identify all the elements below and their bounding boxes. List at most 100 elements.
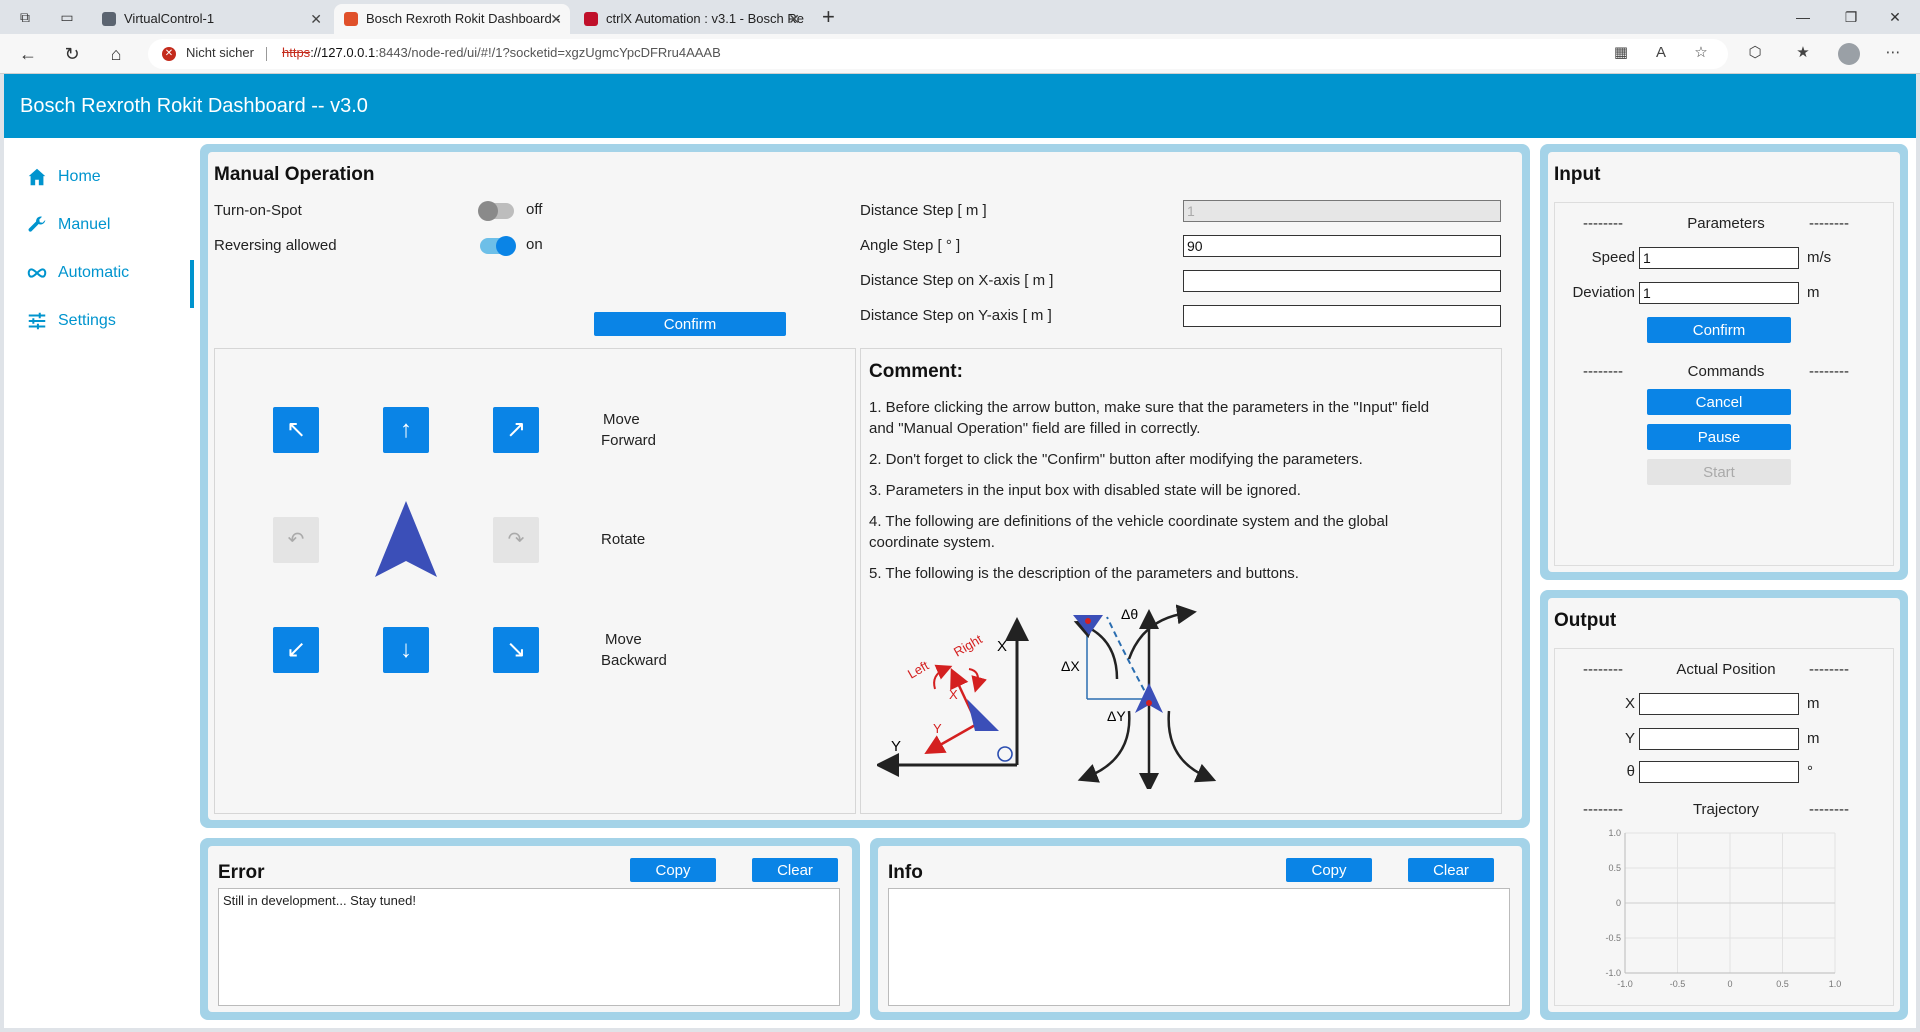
browser-tab-virtualcontrol[interactable]: VirtualControl-1 ✕ <box>92 4 330 34</box>
security-label[interactable]: Nicht sicher <box>186 45 254 60</box>
app-available-icon[interactable]: ▦ <box>1610 42 1632 64</box>
move-forward-button[interactable]: ↑ <box>383 407 429 453</box>
commands-header: Commands <box>1687 363 1765 380</box>
nav-item-automatic[interactable]: Automatic <box>20 259 129 287</box>
close-window-icon[interactable]: ✕ <box>1872 0 1918 34</box>
nav-item-settings[interactable]: Settings <box>20 307 116 335</box>
cancel-button[interactable]: Cancel <box>1647 389 1791 415</box>
browser-address-bar: ← ↻ ⌂ ✕ Nicht sicher https://127.0.0.1:8… <box>0 34 1920 74</box>
start-button[interactable]: Start <box>1647 459 1791 485</box>
move-forward-label-2: Forward <box>601 432 657 449</box>
x-step-input[interactable] <box>1183 270 1501 292</box>
minimize-icon[interactable]: — <box>1780 0 1826 34</box>
favorite-star-icon[interactable]: ☆ <box>1690 42 1712 64</box>
angle-step-input[interactable] <box>1183 235 1501 257</box>
rotate-right-button[interactable]: ↷ <box>493 517 539 563</box>
move-backward-right-button[interactable]: ↘ <box>493 627 539 673</box>
favorites-icon[interactable]: ★ <box>1792 42 1814 64</box>
close-tab-icon[interactable]: ✕ <box>310 4 322 34</box>
y-tick-label: -0.5 <box>1605 933 1621 943</box>
angle-step-label: Angle Step [ ° ] <box>860 237 961 254</box>
delta-x-label: ΔX <box>1061 658 1080 674</box>
back-icon[interactable]: ← <box>16 42 40 66</box>
dash-separator: -------- <box>1809 363 1849 380</box>
tab-title: VirtualControl-1 <box>124 11 215 26</box>
workspaces-icon[interactable]: ⧉ <box>16 8 34 26</box>
infinity-icon <box>27 268 47 278</box>
y-tick-label: 0.5 <box>1608 863 1621 873</box>
move-forward-left-button[interactable]: ↖ <box>273 407 319 453</box>
more-menu-icon[interactable]: ⋯ <box>1882 42 1904 64</box>
error-log[interactable]: Still in development... Stay tuned! <box>218 888 840 1006</box>
left-rotation-label: Left <box>905 658 932 682</box>
info-group: Info Copy Clear <box>870 838 1530 1020</box>
url-field[interactable]: ✕ Nicht sicher https://127.0.0.1:8443/no… <box>148 39 1728 69</box>
extensions-icon[interactable]: ⬡ <box>1744 42 1766 64</box>
x-tick-label: 0.5 <box>1776 979 1789 989</box>
turn-on-spot-toggle[interactable] <box>478 201 514 221</box>
error-card: Error Copy Clear Still in development...… <box>208 846 852 1012</box>
rotate-left-button[interactable]: ↶ <box>273 517 319 563</box>
turn-on-spot-state: off <box>526 201 543 218</box>
move-forward-label: Move <box>603 411 640 428</box>
error-copy-button[interactable]: Copy <box>630 858 716 882</box>
info-copy-button[interactable]: Copy <box>1286 858 1372 882</box>
reversing-allowed-toggle[interactable] <box>480 236 516 256</box>
close-tab-icon[interactable]: ✕ <box>788 4 800 34</box>
browser-tab-dashboard[interactable]: Bosch Rexroth Rokit Dashboard - ✕ <box>334 4 570 34</box>
app-title: Bosch Rexroth Rokit Dashboard -- v3.0 <box>20 95 368 117</box>
comment-title: Comment: <box>869 361 963 382</box>
restore-icon[interactable]: ❐ <box>1828 0 1874 34</box>
move-forward-right-button[interactable]: ↗ <box>493 407 539 453</box>
toggle-knob <box>496 236 516 256</box>
move-backward-left-button[interactable]: ↙ <box>273 627 319 673</box>
home-browser-icon[interactable]: ⌂ <box>104 42 128 66</box>
url-host: ://127.0.0.1 <box>310 45 376 60</box>
vehicle-triangle-icon <box>375 501 437 577</box>
output-inner-panel: -------- Actual Position -------- X m Y … <box>1554 648 1894 1006</box>
close-tab-icon[interactable]: ✕ <box>550 4 562 34</box>
move-backward-button[interactable]: ↓ <box>383 627 429 673</box>
error-title: Error <box>218 862 265 883</box>
position-theta-output <box>1639 761 1799 783</box>
manual-confirm-button[interactable]: Confirm <box>594 312 786 336</box>
y-tick-label: 0 <box>1616 898 1621 908</box>
trajectory-chart: 1.0 0.5 0 -0.5 -1.0-1.0 -0.5 0 0.5 1.0 <box>1605 828 1841 989</box>
url-protocol: https <box>282 45 311 60</box>
output-title: Output <box>1554 610 1617 631</box>
comment-line-4: 4. The following are definitions of the … <box>869 513 1389 530</box>
dash-separator: -------- <box>1809 801 1849 818</box>
nav-item-home[interactable]: Home <box>20 163 101 191</box>
warning-icon: ✕ <box>162 47 176 61</box>
dash-separator: -------- <box>1583 801 1623 818</box>
app-header: Bosch Rexroth Rokit Dashboard -- v3.0 <box>4 74 1916 138</box>
x-tick-label: -0.5 <box>1670 979 1686 989</box>
output-group: Output -------- Actual Position --------… <box>1540 590 1908 1020</box>
manual-operation-card: Manual Operation Turn-on-Spot off Revers… <box>208 152 1522 820</box>
profile-avatar[interactable] <box>1838 43 1860 65</box>
output-card: Output -------- Actual Position --------… <box>1548 598 1900 1012</box>
input-confirm-button[interactable]: Confirm <box>1647 317 1791 343</box>
info-log[interactable] <box>888 888 1510 1006</box>
y-step-input[interactable] <box>1183 305 1501 327</box>
dashboard-content: Manual Operation Turn-on-Spot off Revers… <box>196 138 1916 1028</box>
nav-item-manuel[interactable]: Manuel <box>20 211 110 239</box>
new-tab-icon[interactable]: + <box>822 4 835 30</box>
wrench-icon <box>28 216 46 232</box>
browser-tab-ctrlx[interactable]: ctrlX Automation : v3.1 - Bosch Re ✕ <box>574 4 808 34</box>
read-aloud-icon[interactable]: A <box>1650 42 1672 64</box>
distance-step-input[interactable] <box>1183 200 1501 222</box>
comment-line-3: 3. Parameters in the input box with disa… <box>869 482 1301 499</box>
comment-line-5: 5. The following is the description of t… <box>869 565 1299 582</box>
tab-actions-icon[interactable]: ▭ <box>58 8 76 26</box>
pause-button[interactable]: Pause <box>1647 424 1791 450</box>
reload-icon[interactable]: ↻ <box>60 42 84 66</box>
error-clear-button[interactable]: Clear <box>752 858 838 882</box>
speed-input[interactable] <box>1639 247 1799 269</box>
x-step-label: Distance Step on X-axis [ m ] <box>860 272 1054 289</box>
manual-operation-title: Manual Operation <box>214 164 375 185</box>
comment-line-1b: and "Manual Operation" field are filled … <box>869 420 1201 437</box>
input-group: Input -------- Parameters -------- Speed… <box>1540 144 1908 580</box>
info-clear-button[interactable]: Clear <box>1408 858 1494 882</box>
deviation-input[interactable] <box>1639 282 1799 304</box>
